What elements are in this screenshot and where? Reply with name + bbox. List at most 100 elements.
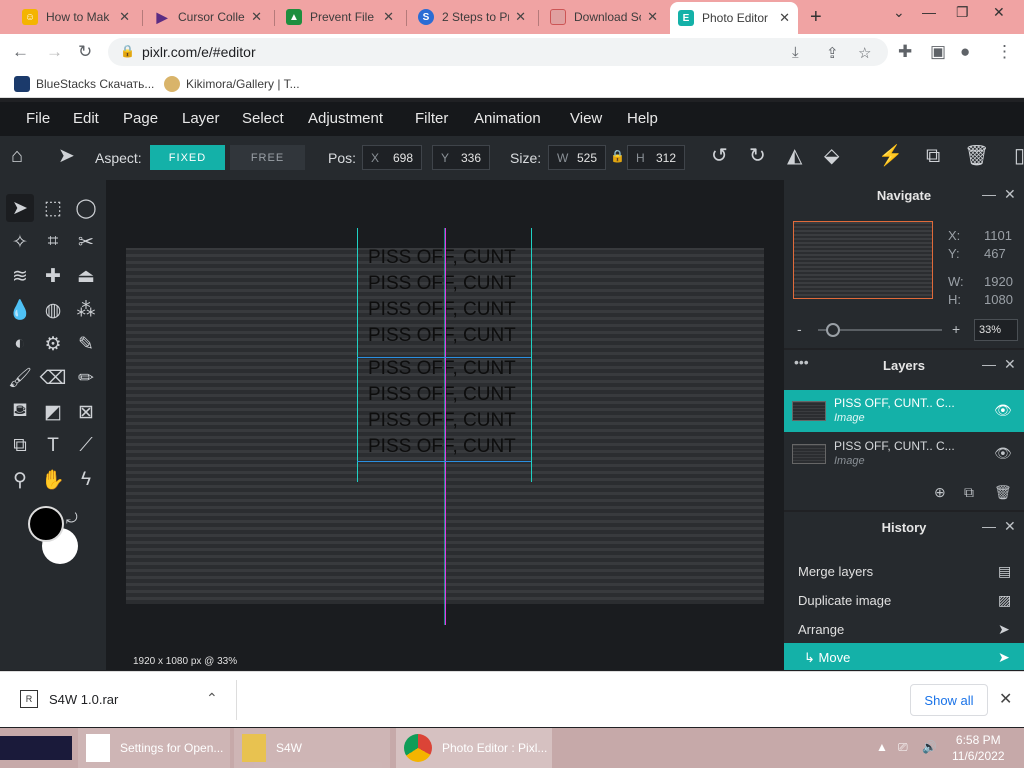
crop-icon[interactable]: ⌗ <box>39 228 67 256</box>
forward-icon[interactable]: → <box>46 42 63 62</box>
close-window-icon[interactable]: ✕ <box>993 4 1005 21</box>
minimize-panel-icon[interactable]: — <box>982 356 996 372</box>
image-frame-icon[interactable]: ⊠ <box>72 398 100 426</box>
network-icon[interactable]: ⎚ <box>898 740 908 755</box>
browser-tab-4[interactable]: S 2 Steps to Pr ✕ <box>410 4 534 30</box>
sidepanel-icon[interactable]: ▣ <box>930 42 946 62</box>
swap-colors-icon[interactable]: ⤾ <box>66 510 78 527</box>
close-tab-icon[interactable]: ✕ <box>647 9 658 25</box>
menu-kebab-icon[interactable]: ⋮ <box>996 42 1013 62</box>
history-item-current[interactable]: ↳ Move ➤ <box>784 643 1024 670</box>
canvas-area[interactable]: PISS OFF, CUNT PISS OFF, CUNT PISS OFF, … <box>106 180 784 670</box>
spot-dots-icon[interactable]: ⁂ <box>72 296 100 324</box>
navigator-thumbnail[interactable] <box>793 221 933 299</box>
foreground-color-swatch[interactable] <box>28 506 64 542</box>
close-download-bar-icon[interactable]: ✕ <box>999 689 1012 709</box>
size-w-field[interactable]: W 525 <box>548 145 606 170</box>
clone-stamp-icon[interactable]: ⏏ <box>72 262 100 290</box>
back-icon[interactable]: ← <box>12 42 29 62</box>
zoom-input[interactable]: 33% <box>974 319 1018 341</box>
pen-icon[interactable]: ✎ <box>72 330 100 358</box>
pencil-icon[interactable]: ✏ <box>72 364 100 392</box>
brush-icon[interactable]: 🖌 <box>6 364 34 392</box>
install-icon[interactable]: ⤓ <box>792 44 799 61</box>
restore-icon[interactable]: ❐ <box>956 4 969 21</box>
extensions-icon[interactable]: ✚ <box>898 42 912 62</box>
zoom-slider-handle[interactable] <box>826 323 840 337</box>
aspect-free-button[interactable]: FREE <box>230 145 305 170</box>
shapes-icon[interactable]: ⧉ <box>6 432 34 460</box>
new-tab-icon[interactable]: + <box>810 6 822 29</box>
sponge-icon[interactable]: ◍ <box>39 296 67 324</box>
zoom-magnifier-icon[interactable]: ⚲ <box>6 466 34 494</box>
fill-bucket-icon[interactable]: ⛾ <box>6 398 34 426</box>
text-icon[interactable]: T <box>39 432 67 460</box>
menu-filter[interactable]: Filter <box>415 110 448 127</box>
add-layer-icon[interactable]: ⊕ <box>934 484 946 501</box>
lasso-icon[interactable]: ◯ <box>72 194 100 222</box>
pos-x-field[interactable]: X 698 <box>362 145 422 170</box>
close-panel-icon[interactable]: ✕ <box>1004 518 1016 535</box>
menu-edit[interactable]: Edit <box>73 110 99 127</box>
history-item[interactable]: Arrange ➤ <box>784 615 1024 644</box>
history-item[interactable]: Merge layers ▤ <box>784 557 1024 586</box>
duplicate-layer-icon[interactable]: ⧉ <box>964 484 974 501</box>
chevron-up-icon[interactable]: ⌃ <box>206 690 218 707</box>
menu-layer[interactable]: Layer <box>182 110 220 127</box>
pos-y-field[interactable]: Y 336 <box>432 145 490 170</box>
close-panel-icon[interactable]: ✕ <box>1004 356 1016 373</box>
rotate-left-icon[interactable]: ↺ <box>711 146 728 166</box>
bookmark-kikimora[interactable]: Kikimora/Gallery | T... <box>164 76 300 92</box>
delete-icon[interactable]: 🗑 <box>964 146 989 166</box>
minimize-icon[interactable]: — <box>922 4 936 20</box>
flip-vertical-icon[interactable]: ⬙ <box>824 146 839 166</box>
browser-tab-3[interactable]: ▲ Prevent File ✕ <box>278 4 402 30</box>
duplicate-icon[interactable]: ⧉ <box>926 146 940 166</box>
minimize-panel-icon[interactable]: — <box>982 186 996 202</box>
download-file-name[interactable]: S4W 1.0.rar <box>49 692 118 707</box>
rotate-right-icon[interactable]: ↻ <box>749 146 766 166</box>
eraser-icon[interactable]: ⌫ <box>39 364 67 392</box>
browser-tab-5[interactable]: Download Sc ✕ <box>542 4 666 30</box>
size-h-field[interactable]: H 312 <box>627 145 685 170</box>
tray-chevron-icon[interactable]: ▲ <box>876 740 888 754</box>
lightning-icon[interactable]: ϟ <box>72 466 100 494</box>
share-icon[interactable]: ⇪ <box>826 44 839 62</box>
close-panel-icon[interactable]: ✕ <box>1004 186 1016 203</box>
close-tab-icon[interactable]: ✕ <box>779 10 790 26</box>
bookmark-star-icon[interactable]: ☆ <box>858 44 871 62</box>
reload-icon[interactable]: ↻ <box>78 42 92 62</box>
system-clock[interactable]: 6:58 PM 11/6/2022 <box>952 732 1005 764</box>
aspect-fixed-button[interactable]: FIXED <box>150 145 225 170</box>
arrange-tool-icon[interactable]: ➤ <box>58 146 75 166</box>
menu-page[interactable]: Page <box>123 110 158 127</box>
layer-row[interactable]: PISS OFF, CUNT.. C... Image 👁 <box>784 390 1024 432</box>
gradient-icon[interactable]: ◩ <box>39 398 67 426</box>
taskbar-app-chrome[interactable]: Photo Editor : Pixl... <box>396 728 552 768</box>
quick-action-icon[interactable]: ⚡ <box>878 146 903 166</box>
magic-wand-icon[interactable]: ✧ <box>6 228 34 256</box>
eyedropper-icon[interactable]: ⟋ <box>72 432 100 460</box>
dodge-burn-icon[interactable]: ◐ <box>6 330 34 358</box>
show-all-button[interactable]: Show all <box>910 684 988 716</box>
menu-view[interactable]: View <box>570 110 602 127</box>
menu-select[interactable]: Select <box>242 110 284 127</box>
bookmark-bluestacks[interactable]: BlueStacks Скачать... <box>14 76 154 92</box>
visibility-eye-icon[interactable]: 👁 <box>994 402 1012 419</box>
omnibox[interactable]: 🔒 pixlr.com/e/#editor ⤓ ⇪ ☆ <box>108 38 888 66</box>
close-tab-icon[interactable]: ✕ <box>515 9 526 25</box>
heal-bandage-icon[interactable]: ✚ <box>39 262 67 290</box>
history-item[interactable]: Duplicate image ▨ <box>784 586 1024 615</box>
browser-tab-active[interactable]: E Photo Editor ✕ <box>670 2 798 34</box>
arrange-tool-icon[interactable]: ➤ <box>6 194 34 222</box>
marquee-select-icon[interactable]: ⬚ <box>39 194 67 222</box>
browser-tab-1[interactable]: ☺ How to Mak ✕ <box>14 4 138 30</box>
taskbar-app-settings[interactable]: Settings for Open... <box>78 728 230 768</box>
profile-icon[interactable]: ● <box>960 42 970 62</box>
liquify-icon[interactable]: ≋ <box>6 262 34 290</box>
volume-icon[interactable]: 🔊 <box>922 740 937 754</box>
start-logo-icon[interactable] <box>0 736 72 760</box>
minimize-panel-icon[interactable]: — <box>982 518 996 534</box>
flip-horizontal-icon[interactable]: ◭ <box>787 146 802 166</box>
hand-pan-icon[interactable]: ✋ <box>39 466 67 494</box>
